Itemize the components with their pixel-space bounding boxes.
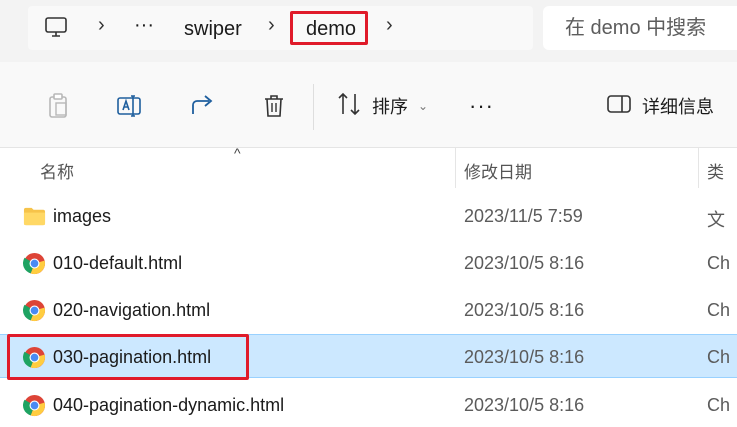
file-row[interactable]: 040-pagination-dynamic.html 2023/10/5 8:1… [0, 383, 737, 427]
delete-icon[interactable] [260, 92, 288, 120]
search-input[interactable]: 在 demo 中搜索 [543, 6, 737, 50]
chevron-right-icon[interactable]: › [268, 14, 275, 37]
breadcrumb[interactable]: › ··· swiper › demo › [28, 6, 533, 50]
column-divider[interactable] [698, 148, 699, 188]
breadcrumb-swiper[interactable]: swiper [184, 17, 242, 41]
paste-icon[interactable] [44, 92, 72, 120]
chrome-icon [22, 394, 46, 417]
chevron-down-icon: ⌄ [418, 99, 429, 113]
file-name: 020-navigation.html [53, 300, 211, 320]
file-modified-date: 2023/10/5 8:16 [464, 395, 585, 415]
file-name: images [53, 206, 112, 226]
address-bar: › ··· swiper › demo › 在 demo 中搜索 [0, 0, 737, 62]
file-name: 010-default.html [53, 253, 183, 273]
file-modified-date: 2023/10/5 8:16 [464, 300, 585, 320]
sort-ascending-icon: ^ [234, 145, 241, 161]
breadcrumb-overflow[interactable]: ··· [134, 13, 154, 37]
column-header-name[interactable]: 名称 [40, 158, 74, 183]
file-row[interactable]: 010-default.html 2023/10/5 8:16 Ch [0, 241, 737, 285]
details-button[interactable]: 详细信息 [606, 92, 714, 120]
file-type: 文 [707, 210, 725, 230]
file-row[interactable]: 020-navigation.html 2023/10/5 8:16 Ch [0, 288, 737, 332]
file-modified-date: 2023/10/5 8:16 [464, 347, 585, 367]
command-bar: 排序 ⌄ ··· 详细信息 [0, 62, 737, 148]
chrome-icon [22, 299, 46, 322]
file-type: Ch [707, 253, 731, 273]
file-modified-date: 2023/11/5 7:59 [464, 206, 583, 226]
sort-button[interactable]: 排序 ⌄ [336, 92, 428, 120]
file-type: Ch [707, 395, 731, 415]
column-header-date[interactable]: 修改日期 [464, 158, 532, 183]
chrome-icon [22, 252, 46, 275]
file-row[interactable]: images 2023/11/5 7:59 文 [0, 194, 737, 238]
folder-icon [23, 205, 46, 228]
more-options-button[interactable]: ··· [469, 92, 494, 120]
chevron-right-icon[interactable]: › [386, 14, 393, 37]
sort-label: 排序 [372, 97, 408, 117]
details-pane-icon [606, 91, 632, 122]
details-label: 详细信息 [642, 97, 714, 117]
column-header-row: ^ 名称 修改日期 类 [0, 145, 737, 188]
file-type: Ch [707, 300, 731, 320]
share-icon[interactable] [188, 92, 216, 120]
chevron-right-icon[interactable]: › [98, 14, 105, 37]
file-modified-date: 2023/10/5 8:16 [464, 253, 585, 273]
rename-icon[interactable] [115, 92, 143, 120]
file-name: 040-pagination-dynamic.html [53, 395, 285, 415]
highlight-box-selected-file [7, 334, 249, 380]
sort-icon [336, 91, 362, 122]
column-divider[interactable] [455, 148, 456, 188]
computer-icon[interactable] [44, 15, 68, 39]
highlight-box-demo [290, 11, 368, 45]
file-type: Ch [707, 347, 731, 367]
toolbar-divider [313, 84, 314, 130]
column-header-type[interactable]: 类 [707, 158, 724, 183]
